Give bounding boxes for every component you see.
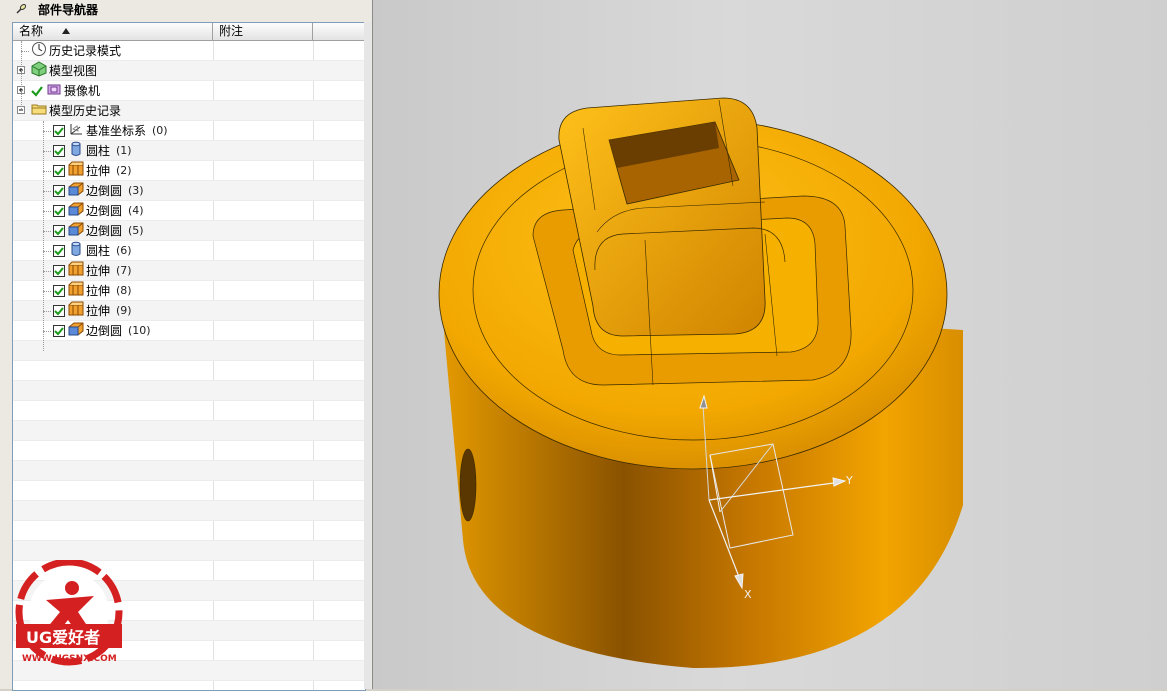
history-clock-icon [31,41,49,60]
tree-item-label: 拉伸 [86,264,111,278]
edge-blend-icon [68,221,86,240]
model-view-icon [31,61,49,80]
visibility-checkbox[interactable] [53,324,65,337]
visibility-checkbox[interactable] [53,144,65,157]
sort-ascending-icon [61,28,70,34]
axis-x-label: X [744,588,752,601]
tree-row-cameras[interactable]: 摄像机 [13,81,365,101]
tree-item-label: 边倒圆 [86,224,123,238]
visibility-checkbox[interactable] [53,204,65,217]
tree-row-edge-blend-4[interactable]: 边倒圆 (4) [13,201,365,221]
tree-item-label: 拉伸 [86,284,111,298]
column-name-header[interactable]: 名称 [13,23,213,40]
tree-item-label: 拉伸 [86,164,111,178]
pin-icon[interactable] [14,2,28,16]
tree-item-label: 拉伸 [86,304,111,318]
visibility-checkbox[interactable] [53,164,65,177]
cylinder-icon [68,141,86,160]
ug-watermark-logo: UG爱好者 WWW.UGSNX.COM [8,558,130,682]
tree-row-empty [13,521,365,541]
tree-row-empty [13,401,365,421]
tree-header: 名称 附注 [13,23,365,41]
tree-item-label: 历史记录模式 [49,44,122,58]
tree-item-index: (9) [116,304,132,317]
graphics-viewport[interactable]: Y X [373,0,1167,689]
tree-item-index: (5) [128,224,144,237]
folder-icon [31,101,49,120]
tree-item-index: (7) [116,264,132,277]
tree-row-empty [13,361,365,381]
cylinder-icon [68,241,86,260]
datum-csys-icon [68,121,86,140]
tree-row-empty [13,441,365,461]
side-hole [459,448,477,522]
tree-row-empty [13,481,365,501]
tree-item-index: (6) [116,244,132,257]
tree-row-edge-blend-10[interactable]: 边倒圆 (10) [13,321,365,341]
svg-text:UG爱好者: UG爱好者 [26,628,100,647]
camera-icon [46,81,64,100]
tree-row-empty [13,421,365,441]
visibility-checkbox[interactable] [53,124,65,137]
tree-item-label: 边倒圆 [86,204,123,218]
tree-scrollbar[interactable] [364,22,371,689]
extrude-icon [68,281,86,300]
tree-item-index: (0) [152,124,168,137]
extrude-icon [68,301,86,320]
tree-row-cylinder-1[interactable]: 圆柱 (1) [13,141,365,161]
navigator-title-bar: 部件导航器 [0,0,372,18]
tree-item-label: 边倒圆 [86,324,123,338]
tree-row-edge-blend-5[interactable]: 边倒圆 (5) [13,221,365,241]
tree-item-index: (4) [128,204,144,217]
edge-blend-icon [68,321,86,340]
active-check-icon [31,85,43,97]
tree-item-label: 模型视图 [49,64,98,78]
tree-item-label: 边倒圆 [86,184,123,198]
edge-blend-icon [68,201,86,220]
tree-item-label: 圆柱 [86,144,111,158]
tree-row-history-mode[interactable]: 历史记录模式 [13,41,365,61]
tree-row-cylinder-6[interactable]: 圆柱 (6) [13,241,365,261]
axis-y-label: Y [845,474,853,487]
tree-item-label: 模型历史记录 [49,104,122,118]
visibility-checkbox[interactable] [53,224,65,237]
visibility-checkbox[interactable] [53,304,65,317]
tree-item-label: 基准坐标系 [86,124,147,138]
navigator-title: 部件导航器 [38,2,99,17]
tree-row-empty [13,461,365,481]
visibility-checkbox[interactable] [53,284,65,297]
tree-item-index: (1) [116,144,132,157]
tree-item-index: (8) [116,284,132,297]
svg-text:WWW.UGSNX.COM: WWW.UGSNX.COM [22,654,117,664]
column-extra-header [313,23,365,40]
extrude-icon [68,261,86,280]
tree-item-index: (3) [128,184,144,197]
tree-row-edge-blend-3[interactable]: 边倒圆 (3) [13,181,365,201]
edge-blend-icon [68,181,86,200]
visibility-checkbox[interactable] [53,244,65,257]
tree-item-index: (2) [116,164,132,177]
model-view: Y X [438,97,963,669]
tree-row-extrude-2[interactable]: 拉伸 (2) [13,161,365,181]
tree-row-model-history[interactable]: 模型历史记录 [13,101,365,121]
visibility-checkbox[interactable] [53,264,65,277]
tree-item-index: (10) [128,324,151,337]
tree-row-extrude-9[interactable]: 拉伸 (9) [13,301,365,321]
column-note-header[interactable]: 附注 [213,23,313,40]
tree-row-datum-csys[interactable]: 基准坐标系 (0) [13,121,365,141]
tree-row-model-views[interactable]: 模型视图 [13,61,365,81]
tree-row-empty [13,541,365,561]
extrude-icon [68,161,86,180]
tree-row-extrude-8[interactable]: 拉伸 (8) [13,281,365,301]
tree-row-extrude-7[interactable]: 拉伸 (7) [13,261,365,281]
tree-row-empty [13,501,365,521]
tree-row-empty [13,341,365,361]
tree-item-label: 圆柱 [86,244,111,258]
tree-item-label: 摄像机 [64,84,101,98]
visibility-checkbox[interactable] [53,184,65,197]
tree-row-empty [13,381,365,401]
